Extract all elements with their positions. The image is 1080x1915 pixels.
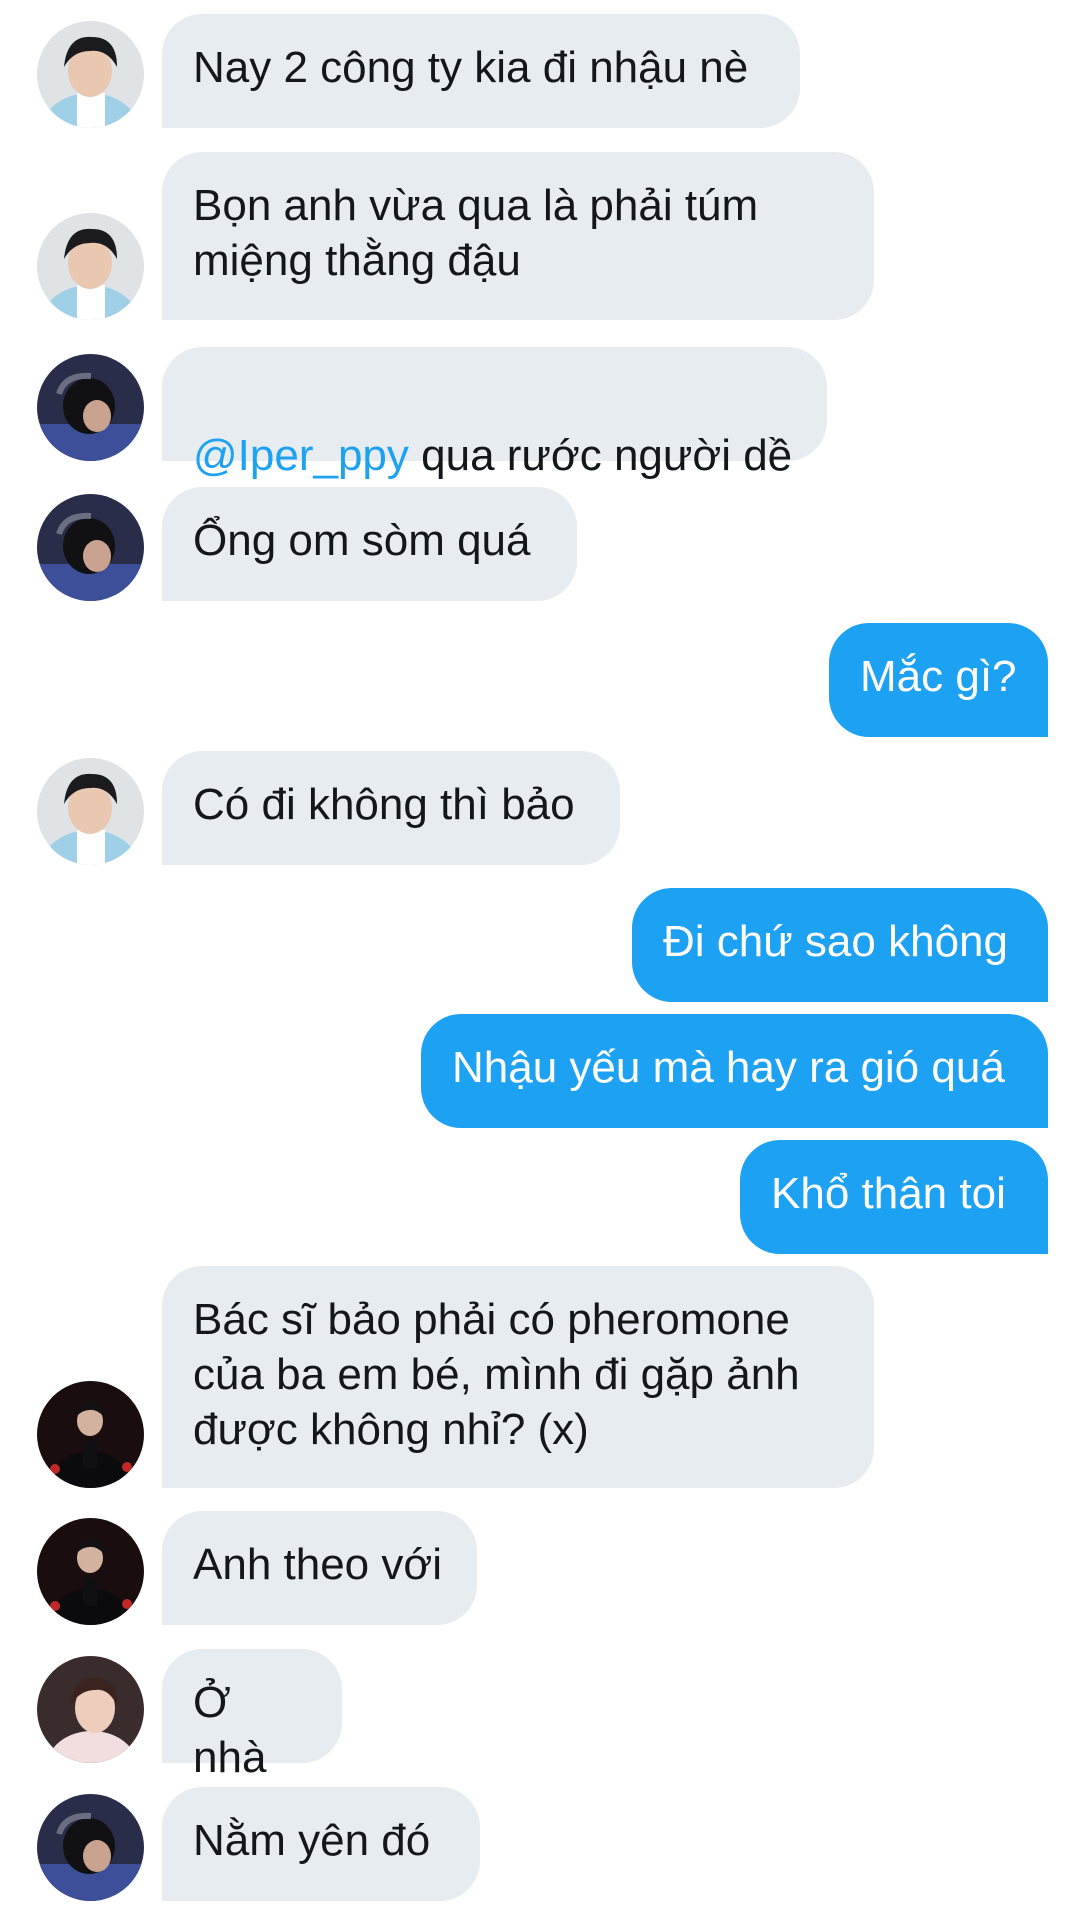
avatar[interactable]	[37, 213, 144, 320]
avatar[interactable]	[37, 1381, 144, 1488]
avatar[interactable]	[37, 758, 144, 865]
message-bubble[interactable]: Anh theo với	[162, 1511, 477, 1625]
avatar[interactable]	[37, 1794, 144, 1901]
avatar[interactable]	[37, 1656, 144, 1763]
avatar[interactable]	[37, 21, 144, 128]
message-bubble[interactable]: Bọn anh vừa qua là phải túm miệng thằng …	[162, 152, 874, 320]
message-bubble[interactable]: Ổng om sòm quá	[162, 487, 577, 601]
message-text: qua rước người dề	[408, 431, 793, 480]
message-bubble[interactable]: Khổ thân toi	[740, 1140, 1048, 1254]
avatar[interactable]	[37, 494, 144, 601]
avatar[interactable]	[37, 1518, 144, 1625]
message-bubble[interactable]: @Iper_ppy qua rước người dề	[162, 347, 827, 480]
message-bubble[interactable]: Ở nhà	[162, 1649, 342, 1782]
mention-link[interactable]: @Iper_ppy	[193, 431, 409, 480]
dm-conversation: Nay 2 công ty kia đi nhậu nè Bọn anh vừa…	[0, 0, 1080, 1915]
message-bubble[interactable]: Mắc gì?	[829, 623, 1048, 737]
message-bubble[interactable]: Bác sĩ bảo phải có pheromone của ba em b…	[162, 1266, 874, 1488]
message-bubble[interactable]: Nay 2 công ty kia đi nhậu nè	[162, 14, 800, 128]
message-bubble[interactable]: Có đi không thì bảo	[162, 751, 620, 865]
message-bubble[interactable]: Nhậu yếu mà hay ra gió quá	[421, 1014, 1048, 1128]
message-bubble[interactable]: Đi chứ sao không	[632, 888, 1048, 1002]
avatar[interactable]	[37, 354, 144, 461]
message-bubble[interactable]: Nằm yên đó	[162, 1787, 480, 1901]
